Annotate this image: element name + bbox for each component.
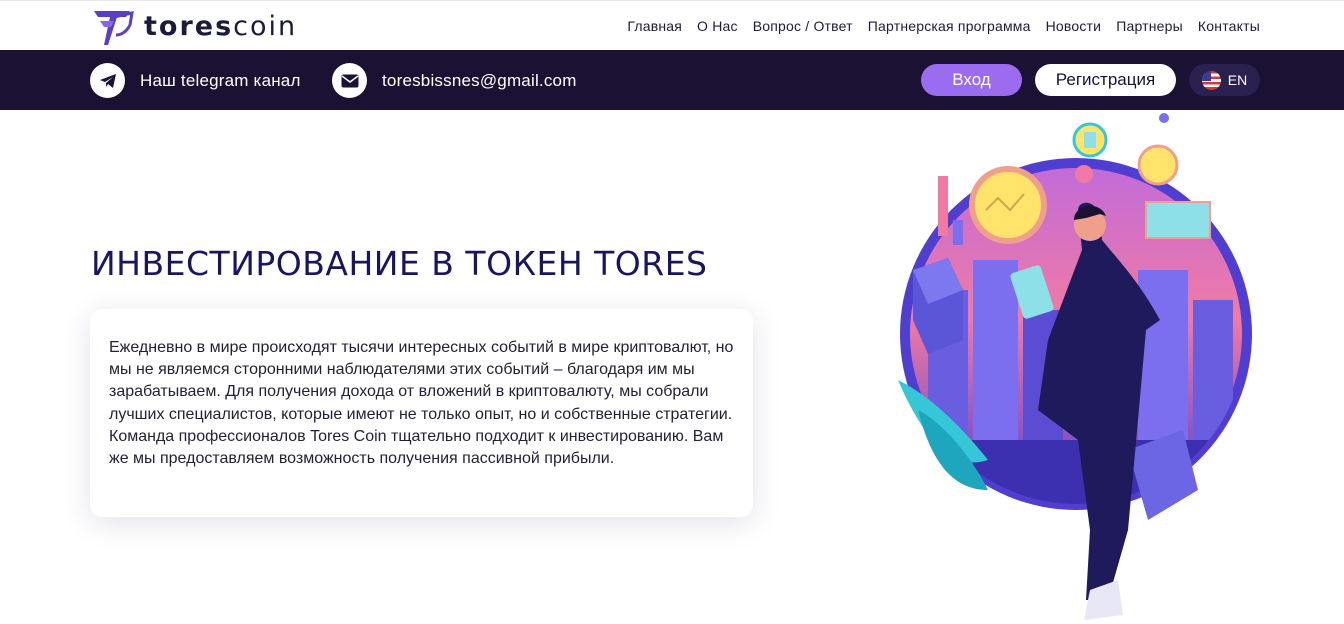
hero-description-card: Ежедневно в мире происходят тысячи интер…	[90, 309, 753, 517]
tores-logo-icon	[94, 11, 134, 45]
main-menu: Главная О Нас Вопрос / Ответ Партнерская…	[627, 18, 1260, 34]
hero-illustration	[898, 113, 1252, 620]
hero-title: ИНВЕСТИРОВАНИЕ В ТОКЕН TORES	[91, 244, 708, 283]
nav-item-home[interactable]: Главная	[627, 18, 682, 34]
nav-item-faq[interactable]: Вопрос / Ответ	[753, 18, 853, 34]
nav-item-contacts[interactable]: Контакты	[1198, 18, 1260, 34]
nav-item-partner-program[interactable]: Партнерская программа	[868, 18, 1031, 34]
top-navigation: torescoin Главная О Нас Вопрос / Ответ П…	[0, 0, 1344, 50]
nav-item-news[interactable]: Новости	[1046, 18, 1102, 34]
hero-description: Ежедневно в мире происходят тысячи интер…	[109, 339, 734, 468]
language-code: EN	[1227, 72, 1248, 88]
telegram-link[interactable]: Наш telegram канал	[90, 63, 301, 98]
nav-item-partners[interactable]: Партнеры	[1116, 18, 1183, 34]
language-switcher[interactable]: EN	[1189, 64, 1260, 96]
login-button[interactable]: Вход	[921, 64, 1022, 96]
email-address: toresbissnes@gmail.com	[382, 70, 577, 90]
telegram-icon	[90, 63, 125, 98]
us-flag-icon	[1201, 70, 1221, 90]
contact-bar: Наш telegram канал toresbissnes@gmail.co…	[0, 50, 1344, 110]
nav-item-about[interactable]: О Нас	[697, 18, 738, 34]
register-button[interactable]: Регистрация	[1035, 64, 1176, 96]
mail-icon	[332, 63, 367, 98]
brand-logo[interactable]: torescoin	[90, 5, 297, 47]
brand-name: torescoin	[144, 10, 298, 42]
telegram-label: Наш telegram канал	[140, 70, 301, 90]
email-link[interactable]: toresbissnes@gmail.com	[332, 63, 577, 98]
